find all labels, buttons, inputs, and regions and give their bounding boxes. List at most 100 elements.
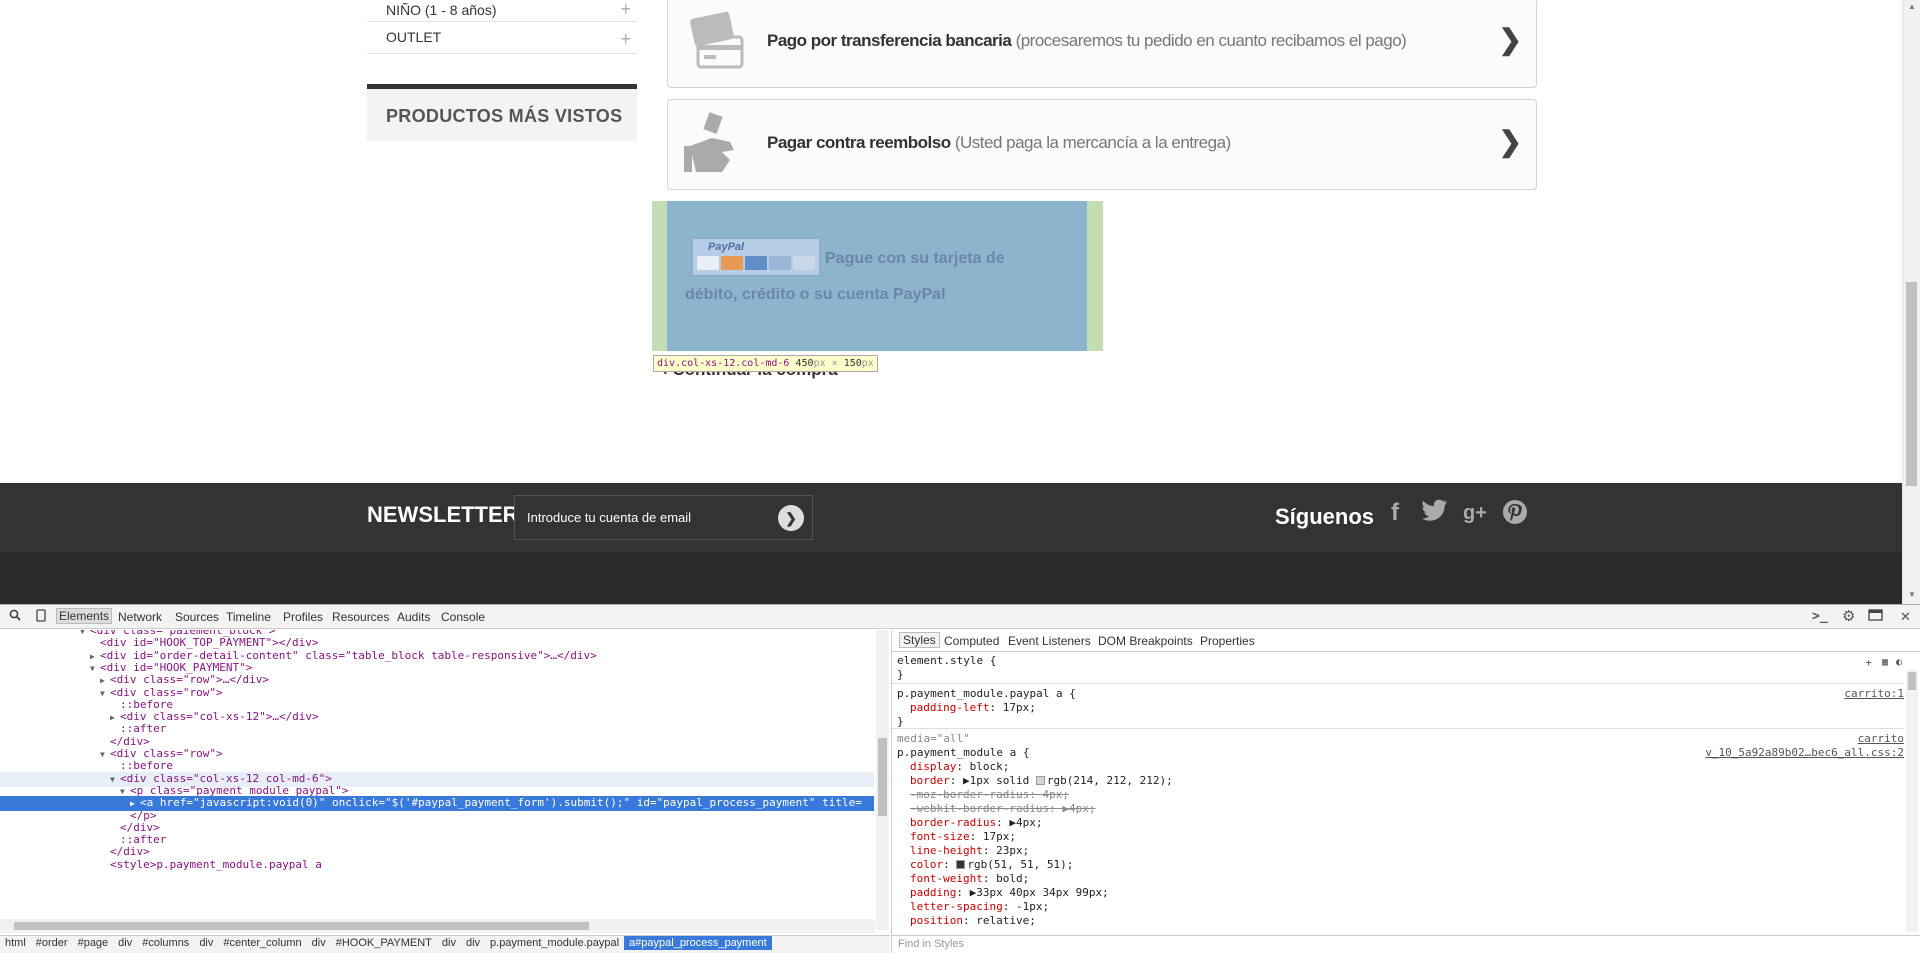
css-property[interactable]: border	[910, 774, 950, 787]
expand-triangle-icon[interactable]: ▼	[100, 689, 110, 698]
css-value[interactable]: bold;	[996, 872, 1029, 885]
tab-event-listeners[interactable]: Event Listeners	[1008, 634, 1091, 648]
breadcrumb-item[interactable]: #columns	[137, 936, 194, 950]
breadcrumb-item[interactable]: div	[113, 936, 137, 950]
breadcrumb-item[interactable]: div	[461, 936, 485, 950]
media-source-link[interactable]: carrito	[1858, 732, 1904, 746]
breadcrumb-item[interactable]: #HOOK_PAYMENT	[331, 936, 437, 950]
css-declaration[interactable]: -webkit-border-radius: ▶4px;	[892, 802, 1904, 816]
css-declaration[interactable]: font-size: 17px;	[892, 830, 1904, 844]
gear-icon[interactable]: ⚙	[1842, 607, 1855, 625]
css-property[interactable]: border-radius	[910, 816, 996, 829]
breadcrumb-item[interactable]: p.payment_module.paypal	[485, 936, 624, 950]
css-value[interactable]: ▶33px 40px 34px 99px;	[970, 886, 1109, 899]
css-property[interactable]: color	[910, 858, 943, 871]
css-value[interactable]: ▶1px solid	[963, 774, 1036, 787]
css-color-value[interactable]: rgb(214, 212, 212);	[1047, 774, 1173, 787]
css-value[interactable]: -1px;	[1016, 900, 1049, 913]
close-icon[interactable]: ✕	[1900, 609, 1911, 625]
tab-computed[interactable]: Computed	[944, 634, 999, 648]
css-property[interactable]: letter-spacing	[910, 900, 1003, 913]
css-declaration[interactable]: border: ▶1px solid rgb(214, 212, 212);	[892, 774, 1904, 788]
css-value[interactable]: 17px;	[983, 830, 1016, 843]
expand-triangle-icon[interactable]: ▼	[110, 775, 120, 784]
tab-styles[interactable]: Styles	[899, 632, 940, 648]
page-scrollbar[interactable]: ▲ ▼	[1902, 0, 1920, 604]
css-property[interactable]: position	[910, 914, 963, 927]
scroll-up-arrow-icon[interactable]: ▲	[1908, 2, 1916, 11]
expand-triangle-icon[interactable]: ▼	[120, 787, 130, 796]
css-value[interactable]: 23px;	[996, 844, 1029, 857]
tab-profiles[interactable]: Profiles	[283, 610, 323, 624]
css-declaration[interactable]: letter-spacing: -1px;	[892, 900, 1904, 914]
css-property[interactable]: font-size	[910, 830, 970, 843]
breadcrumb-item[interactable]: div	[194, 936, 218, 950]
tab-dom-breakpoints[interactable]: DOM Breakpoints	[1098, 634, 1193, 648]
dom-tree[interactable]: ▼ <div class="paiement_block"> <div id="HO…	[0, 630, 890, 935]
expand-triangle-icon[interactable]: ▶	[110, 713, 120, 722]
search-icon[interactable]	[9, 609, 21, 624]
scrollbar-thumb[interactable]	[878, 738, 887, 816]
scrollbar-thumb[interactable]	[14, 922, 589, 930]
sidebar-category-outlet[interactable]: OUTLET +	[367, 24, 637, 54]
scroll-down-arrow-icon[interactable]: ▼	[1908, 590, 1916, 599]
scrollbar-thumb[interactable]	[1908, 672, 1916, 690]
breadcrumb-item[interactable]: #center_column	[218, 936, 306, 950]
css-declaration[interactable]: position: relative;	[892, 914, 1904, 928]
tab-network[interactable]: Network	[118, 610, 162, 624]
expand-plus-icon[interactable]: +	[620, 0, 631, 18]
color-swatch[interactable]	[1035, 776, 1045, 785]
breadcrumb-item[interactable]: #page	[73, 936, 114, 950]
css-declaration[interactable]: padding: ▶33px 40px 34px 99px;	[892, 886, 1904, 900]
element-style-rule[interactable]: element.style { } + ▦ ◐	[892, 654, 1904, 684]
sidebar-category-nino[interactable]: NIÑO (1 - 8 años) +	[367, 0, 637, 22]
css-color-value[interactable]: rgb(51, 51, 51);	[967, 858, 1073, 871]
rule-source-link[interactable]: carrito:1	[1844, 687, 1904, 701]
css-declaration[interactable]: display: block;	[892, 760, 1904, 774]
expand-triangle-icon[interactable]: ▶	[130, 799, 140, 808]
device-mode-icon[interactable]	[36, 609, 46, 625]
expand-triangle-icon[interactable]: ▶	[90, 652, 100, 661]
breadcrumb-item[interactable]: div	[437, 936, 461, 950]
css-property[interactable]: font-weight	[910, 872, 983, 885]
breadcrumb-item[interactable]: a#paypal_process_payment	[624, 936, 772, 950]
css-property[interactable]: padding	[910, 886, 956, 899]
expand-triangle-icon[interactable]: ▶	[100, 676, 110, 685]
animations-icon[interactable]: ◐	[1896, 656, 1902, 670]
css-value[interactable]: ▶4px;	[1009, 816, 1042, 829]
css-rule-payment-module[interactable]: media="all" carrito p.payment_module a {v…	[892, 732, 1904, 932]
new-style-rule-icon[interactable]: +	[1865, 656, 1872, 670]
expand-triangle-icon[interactable]: ▼	[90, 664, 100, 673]
breadcrumb-item[interactable]: div	[307, 936, 331, 950]
color-swatch[interactable]	[956, 860, 966, 869]
css-property[interactable]: line-height	[910, 844, 983, 857]
css-declaration[interactable]: color: rgb(51, 51, 51);	[892, 858, 1904, 872]
css-declaration[interactable]: font-weight: bold;	[892, 872, 1904, 886]
css-declaration[interactable]: line-height: 23px;	[892, 844, 1904, 858]
find-in-styles-input[interactable]: Find in Styles	[892, 935, 1920, 953]
css-declaration[interactable]: -moz-border-radius: 4px;	[892, 788, 1904, 802]
css-declaration[interactable]: border-radius: ▶4px;	[892, 816, 1904, 830]
tab-elements[interactable]: Elements	[56, 608, 113, 624]
css-value[interactable]: block;	[970, 760, 1010, 773]
css-value[interactable]: 17px;	[1003, 701, 1036, 714]
breadcrumb-item[interactable]: html	[0, 936, 31, 950]
css-value[interactable]: relative;	[976, 914, 1036, 927]
tab-audits[interactable]: Audits	[397, 610, 430, 624]
cash-on-delivery-option[interactable]: Pagar contra reembolso (Usted paga la me…	[667, 99, 1537, 190]
css-property[interactable]: -webkit-border-radius	[910, 802, 1049, 815]
tab-properties[interactable]: Properties	[1200, 634, 1255, 648]
css-value[interactable]: ▶4px;	[1062, 802, 1095, 815]
css-property[interactable]: display	[910, 760, 956, 773]
dom-horizontal-scrollbar[interactable]	[0, 919, 875, 933]
rule-source-link[interactable]: v_10_5a92a89b02…bec6_all.css:2	[1705, 746, 1904, 760]
tab-console[interactable]: Console	[441, 610, 485, 624]
styles-scrollbar[interactable]	[1906, 670, 1918, 932]
expand-plus-icon[interactable]: +	[620, 30, 631, 48]
css-value[interactable]: 4px;	[1042, 788, 1069, 801]
newsletter-submit-button[interactable]: ❯	[778, 505, 804, 531]
tab-resources[interactable]: Resources	[332, 610, 389, 624]
dom-node-line[interactable]: <style>p.payment_module.paypal a	[0, 858, 874, 873]
css-property[interactable]: -moz-border-radius	[910, 788, 1029, 801]
expand-triangle-icon[interactable]: ▼	[100, 750, 110, 759]
